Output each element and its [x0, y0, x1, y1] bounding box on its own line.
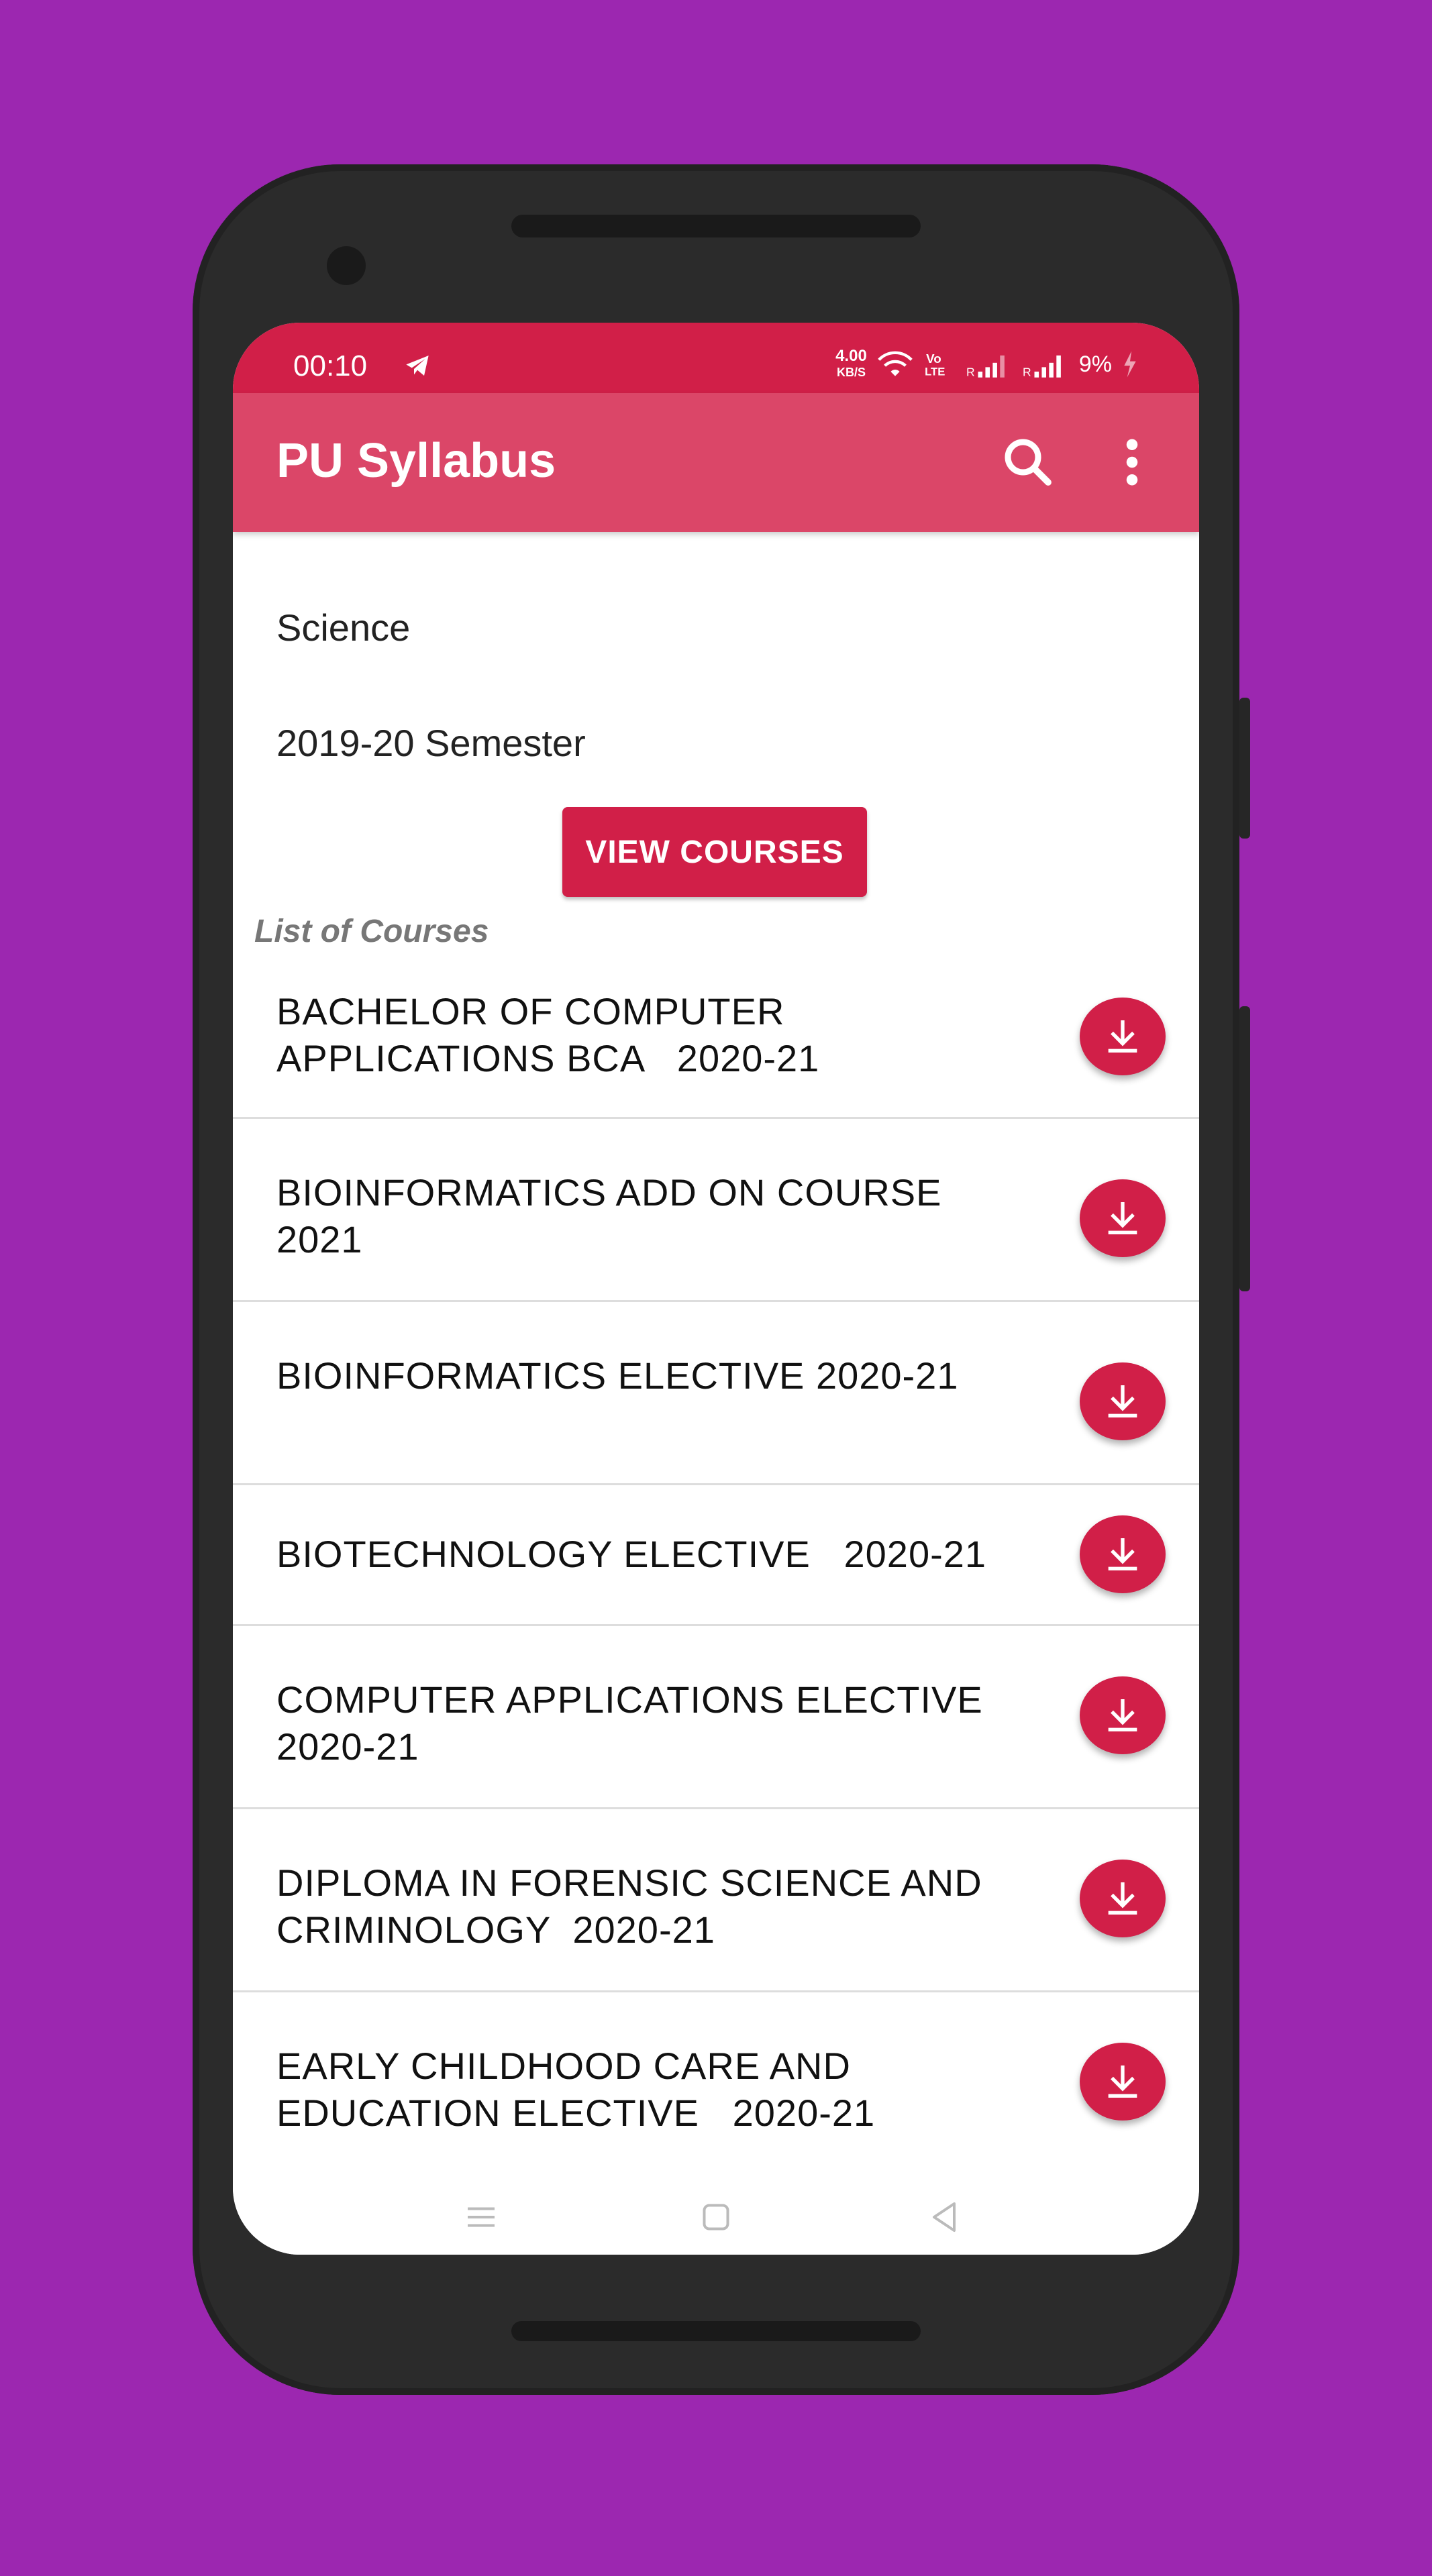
course-title: BIOINFORMATICS ELECTIVE 2020-21 — [276, 1354, 959, 1397]
download-icon — [1108, 1020, 1137, 1053]
signal-2-icon: R — [1023, 355, 1061, 379]
telegram-icon — [406, 356, 429, 376]
course-title: BIOINFORMATICS ADD ON COURSE 2021 — [276, 1171, 954, 1260]
download-icon — [1108, 2065, 1137, 2098]
list-item[interactable]: DIPLOMA IN FORENSIC SCIENCE AND CRIMINOL… — [233, 1809, 1199, 1992]
battery-percent: 9% — [1078, 351, 1112, 377]
svg-text:R: R — [966, 366, 975, 379]
download-icon — [1108, 1385, 1137, 1417]
download-button[interactable] — [1080, 1860, 1166, 1937]
download-button[interactable] — [1080, 1362, 1166, 1440]
search-icon[interactable] — [998, 432, 1058, 492]
battery-charging-icon — [1124, 351, 1136, 378]
svg-text:LTE: LTE — [925, 366, 945, 378]
download-button[interactable] — [1080, 1179, 1166, 1257]
download-button[interactable] — [1080, 1515, 1166, 1593]
list-item[interactable]: BIOTECHNOLOGY ELECTIVE 2020-21 — [233, 1485, 1199, 1626]
list-item[interactable]: COMPUTER APPLICATIONS ELECTIVE 2020-21 — [233, 1626, 1199, 1809]
signal-1-icon: R — [966, 355, 1005, 379]
status-bar: 00:10 4.00 KB/S Vo LTE R R 9% — [233, 323, 1199, 393]
back-icon[interactable] — [924, 2197, 964, 2237]
course-title: BACHELOR OF COMPUTER APPLICATIONS BCA 20… — [276, 990, 820, 1079]
list-of-courses-label: List of Courses — [254, 914, 489, 949]
app-title: PU Syllabus — [276, 434, 556, 488]
download-icon — [1108, 1882, 1137, 1915]
svg-text:R: R — [1023, 366, 1031, 379]
volume-button — [1239, 1006, 1250, 1291]
wifi-icon — [878, 351, 913, 376]
recents-icon[interactable] — [461, 2197, 501, 2237]
bottom-speaker — [511, 2321, 921, 2341]
list-item[interactable]: BIOINFORMATICS ADD ON COURSE 2021 — [233, 1119, 1199, 1302]
course-title: BIOTECHNOLOGY ELECTIVE 2020-21 — [276, 1533, 987, 1575]
faculty-spinner[interactable]: Science — [276, 606, 410, 649]
network-speed: 4.00 KB/S — [835, 348, 867, 380]
list-item[interactable]: BACHELOR OF COMPUTER APPLICATIONS BCA 20… — [233, 961, 1199, 1119]
home-icon[interactable] — [696, 2197, 736, 2237]
status-time: 00:10 — [293, 350, 368, 382]
front-camera — [327, 246, 366, 285]
session-spinner[interactable]: 2019-20 Semester — [276, 721, 586, 765]
view-courses-button[interactable]: VIEW COURSES — [562, 807, 867, 897]
volte-icon: Vo LTE — [925, 352, 945, 378]
list-item[interactable]: EARLY CHILDHOOD CARE AND EDUCATION ELECT… — [233, 1992, 1199, 2167]
top-speaker — [511, 215, 921, 237]
course-title: EARLY CHILDHOOD CARE AND EDUCATION ELECT… — [276, 2045, 876, 2134]
phone-frame: 00:10 4.00 KB/S Vo LTE R R 9% PU Syllabu… — [193, 164, 1239, 2395]
app-bar: PU Syllabus — [233, 393, 1199, 532]
screen: 00:10 4.00 KB/S Vo LTE R R 9% PU Syllabu… — [233, 323, 1199, 2255]
course-title: DIPLOMA IN FORENSIC SCIENCE AND CRIMINOL… — [276, 1862, 994, 1951]
more-options-icon[interactable] — [1112, 432, 1152, 492]
list-item[interactable]: BIOINFORMATICS ELECTIVE 2020-21 — [233, 1302, 1199, 1485]
navigation-bar — [233, 2181, 1199, 2255]
power-button — [1239, 698, 1250, 839]
network-speed-value: 4.00 — [835, 347, 867, 365]
download-icon — [1108, 1538, 1137, 1570]
course-title: COMPUTER APPLICATIONS ELECTIVE 2020-21 — [276, 1678, 994, 1768]
download-icon — [1108, 1699, 1137, 1731]
download-button[interactable] — [1080, 1676, 1166, 1754]
download-button[interactable] — [1080, 2043, 1166, 2121]
status-icons: 4.00 KB/S Vo LTE R R 9% — [835, 348, 1139, 380]
download-button[interactable] — [1080, 998, 1166, 1075]
download-icon — [1108, 1202, 1137, 1234]
svg-text:Vo: Vo — [926, 352, 941, 366]
network-speed-unit: KB/S — [836, 366, 866, 379]
